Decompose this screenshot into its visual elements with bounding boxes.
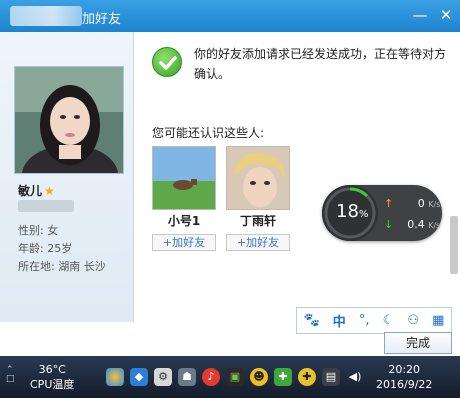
grid-icon[interactable]: ▦ [432,313,444,328]
expand-icon[interactable]: ⌃ □ [6,366,16,384]
clock-date: 2016/9/22 [376,378,433,391]
upload-arrow-icon: ↑ [384,197,394,210]
qq-icon[interactable]: ☻ [250,368,268,386]
zhong-icon[interactable]: 中 [333,311,346,330]
profile-name: 敏儿 [18,184,43,198]
browser-icon[interactable] [106,368,124,386]
window-title: 加好友 [82,12,122,27]
paw-icon[interactable]: 🐾 [304,313,320,328]
profile-avatar [14,66,124,174]
punct-icon[interactable]: °, [359,313,370,328]
profile-panel: 敏儿 ★ 性别: 女 年龄: 25岁 所在地: 湖南 长沙 [0,32,134,322]
success-message: 你的好友添加请求已经发送成功，正在等待对方确认。 [194,47,447,81]
clock-time: 20:20 [388,363,421,376]
taskbar: ⌃ □ 36°C CPU温度 ◆ ⚙ ☗ ♪ ▣ ☻ ✚ ✚ ▤ ◀) 20:20… [0,356,460,398]
volume-icon[interactable]: ◀) [346,368,364,386]
upload-speed: ↑ 0 K/s [384,197,441,210]
network-speed-widget[interactable]: 18% ↑ 0 K/s ↓ 0.4 K/s [322,185,442,241]
settings-icon[interactable]: ⚙ [154,368,172,386]
profile-age: 年龄: 25岁 [18,242,73,255]
music-icon[interactable]: ♪ [202,368,220,386]
scrollbar-thumb[interactable] [450,216,458,274]
nvidia-icon[interactable]: ▣ [226,368,244,386]
download-arrow-icon: ↓ [384,218,394,231]
suggestion-avatar[interactable] [226,146,290,210]
profile-name-row: 敏儿 ★ [18,182,55,199]
download-speed: ↓ 0.4 K/s [384,218,441,231]
user-tool-icon[interactable]: ☗ [178,368,196,386]
star-icon: ★ [44,184,55,198]
profile-location: 所在地: 湖南 长沙 [18,260,106,273]
blurred-account [18,200,74,212]
suggestion-name: 小号1 [167,214,201,228]
close-button[interactable]: ✕ [436,6,456,26]
usage-percent: 18% [336,201,369,222]
network-icon[interactable]: ▤ [322,368,340,386]
cpu-temp-label: CPU温度 [30,378,75,391]
profile-gender: 性别: 女 [18,224,59,237]
user-icon[interactable]: ⚇ [407,313,419,328]
minimize-button[interactable]: — [410,6,430,26]
cpu-temp-value: 36°C [38,363,66,376]
update-icon[interactable]: ✚ [298,368,316,386]
suggestion-avatar[interactable] [152,146,216,210]
security-icon[interactable]: ✚ [274,368,292,386]
add-friend-button[interactable]: +加好友 [152,234,216,251]
moon-icon[interactable]: ☾ [383,313,395,328]
clock[interactable]: 20:20 2016/9/22 [376,362,432,392]
title-bar: 加好友 — ✕ [0,0,460,32]
cpu-temp: 36°C CPU温度 [30,362,74,392]
add-friend-button[interactable]: +加好友 [226,234,290,251]
suggestion-name: 丁雨轩 [239,214,276,228]
success-check-icon [152,47,182,77]
done-button[interactable]: 完成 [384,332,452,354]
suggestions-title: 您可能还认识这些人: [152,126,265,140]
blurred-logo [10,6,82,26]
ime-toolbar[interactable]: 🐾 中 °, ☾ ⚇ ▦ [296,307,452,334]
shield-icon[interactable]: ◆ [130,368,148,386]
